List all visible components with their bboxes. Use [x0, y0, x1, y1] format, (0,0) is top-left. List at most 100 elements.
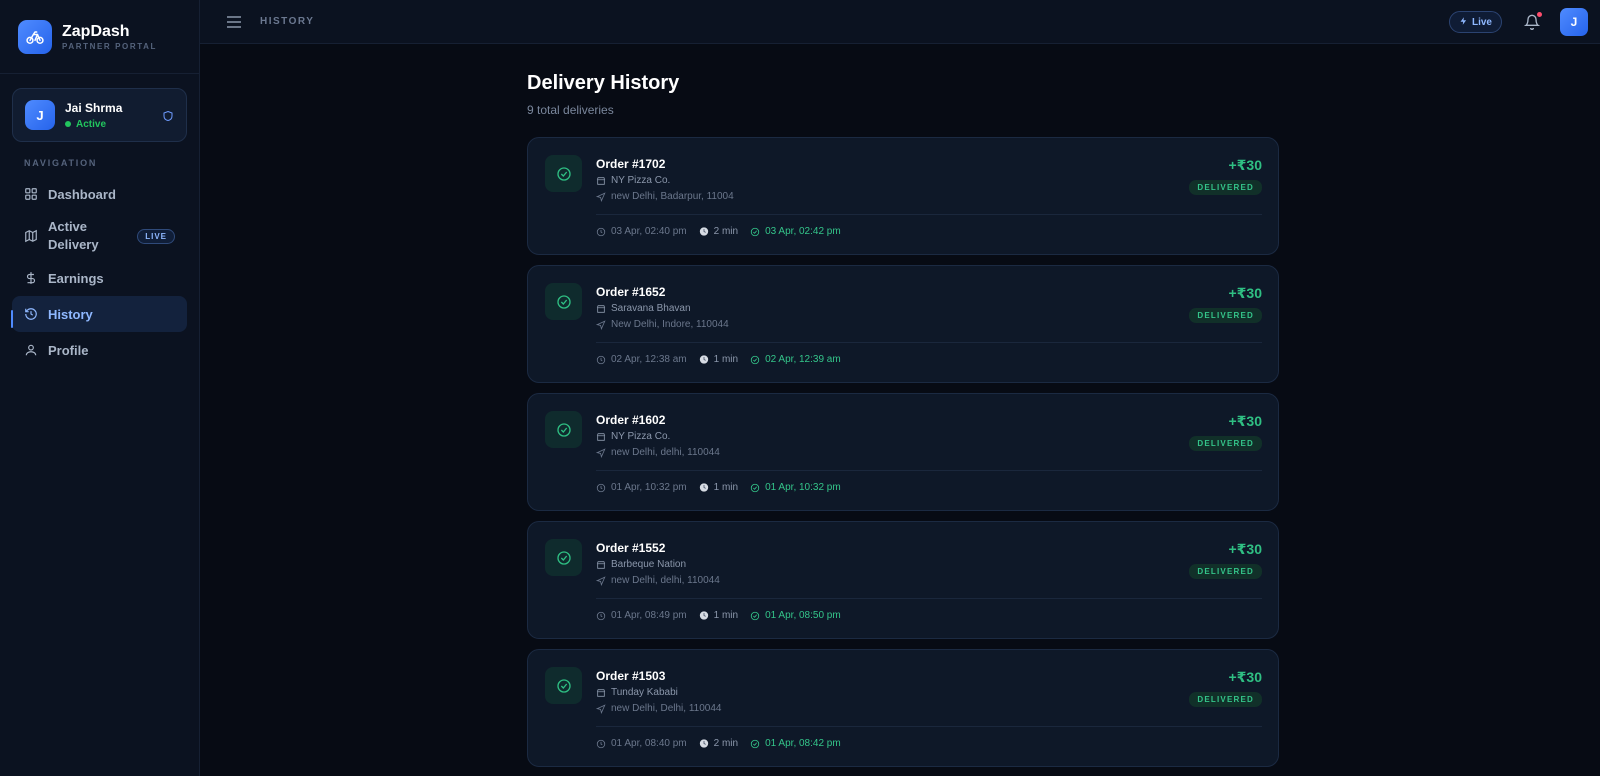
navigation-icon — [596, 191, 606, 202]
timer-icon — [699, 739, 709, 749]
restaurant: Barbeque Nation — [596, 559, 686, 570]
clock-icon — [596, 611, 606, 621]
duration: 2 min — [713, 738, 739, 749]
history-icon — [24, 307, 38, 321]
status-label: Active — [76, 118, 107, 130]
bell-icon[interactable] — [1523, 12, 1542, 30]
restaurant-name: NY Pizza Co. — [611, 175, 671, 186]
sidebar-item-dashboard[interactable]: Dashboard — [12, 176, 187, 212]
live-status-pill[interactable]: Live — [1448, 11, 1502, 33]
user-name: Jai Shrma — [65, 100, 123, 115]
timer-icon — [699, 611, 709, 621]
menu-icon[interactable] — [226, 15, 242, 29]
order-id: Order #1552 — [596, 541, 666, 555]
order-meta: 01 Apr, 08:40 pm 2 min 01 Apr, 08:42 pm — [596, 738, 853, 749]
order-card[interactable]: Order #1652 Saravana Bhavan New Delhi, I… — [527, 265, 1279, 383]
sidebar-item-label: Earnings — [48, 270, 104, 286]
main-content: Delivery History 9 total deliveries Orde… — [527, 72, 1279, 776]
store-icon — [596, 432, 606, 442]
timer-icon — [699, 483, 709, 493]
delivered-time: 02 Apr, 12:39 am — [765, 354, 841, 365]
grid-icon — [24, 187, 38, 201]
restaurant: NY Pizza Co. — [596, 175, 670, 186]
restaurant: Saravana Bhavan — [596, 303, 691, 314]
address-text: new Delhi, delhi, 110044 — [611, 575, 720, 586]
order-meta: 02 Apr, 12:38 am 1 min 02 Apr, 12:39 am — [596, 354, 853, 365]
address: new Delhi, Badarpur, 11004 — [596, 191, 734, 202]
clock-icon — [596, 355, 606, 365]
user-card[interactable]: J Jai Shrma Active — [12, 88, 187, 142]
delivered-time: 01 Apr, 10:32 pm — [765, 482, 841, 493]
status-badge: DELIVERED — [1189, 692, 1262, 707]
check-circle-icon — [750, 739, 760, 749]
earning-amount: +₹30 — [1228, 541, 1263, 557]
divider — [596, 598, 1262, 599]
store-icon — [596, 688, 606, 698]
sidebar-item-active-delivery[interactable]: Active Delivery LIVE — [12, 214, 187, 258]
restaurant-name: Barbeque Nation — [611, 559, 687, 570]
divider — [596, 342, 1262, 343]
top-avatar[interactable]: J — [1560, 8, 1588, 36]
check-circle-icon — [750, 355, 760, 365]
page-title: Delivery History — [527, 72, 680, 94]
restaurant: NY Pizza Co. — [596, 431, 670, 442]
duration: 1 min — [713, 354, 739, 365]
address: new Delhi, delhi, 110044 — [596, 447, 720, 458]
order-meta: 03 Apr, 02:40 pm 2 min 03 Apr, 02:42 pm — [596, 226, 853, 237]
shield-icon — [162, 109, 174, 127]
address: new Delhi, Delhi, 110044 — [596, 703, 721, 714]
order-card[interactable]: Order #1552 Barbeque Nation new Delhi, d… — [527, 521, 1279, 639]
picked-time: 01 Apr, 10:32 pm — [611, 482, 687, 493]
user-icon — [24, 343, 38, 357]
sidebar-item-label: Dashboard — [48, 186, 116, 202]
sidebar-item-profile[interactable]: Profile — [12, 332, 187, 368]
live-label: Live — [1471, 16, 1492, 28]
map-icon — [24, 229, 38, 243]
delivered-time: 01 Apr, 08:50 pm — [765, 610, 841, 621]
address-text: new Delhi, Delhi, 110044 — [611, 703, 722, 714]
order-list: Order #1702 NY Pizza Co. new Delhi, Bada… — [527, 137, 1279, 767]
navigation-icon — [596, 703, 606, 714]
divider — [596, 214, 1262, 215]
check-circle-icon — [545, 667, 582, 704]
sidebar: ZapDash PARTNER PORTAL J Jai Shrma Activ… — [0, 0, 200, 776]
order-card[interactable]: Order #1702 NY Pizza Co. new Delhi, Bada… — [527, 137, 1279, 255]
status-badge: Active — [65, 119, 122, 130]
earning-amount: +₹30 — [1228, 285, 1263, 301]
sidebar-item-label: History — [48, 306, 93, 322]
order-card[interactable]: Order #1503 Tunday Kababi new Delhi, Del… — [527, 649, 1279, 767]
divider — [596, 726, 1262, 727]
divider — [596, 470, 1262, 471]
brand-name: ZapDash — [62, 22, 130, 40]
brand[interactable]: ZapDash PARTNER PORTAL — [0, 0, 199, 74]
sidebar-item-earnings[interactable]: Earnings — [12, 260, 187, 296]
order-id: Order #1602 — [596, 413, 666, 427]
delivered-time: 03 Apr, 02:42 pm — [765, 226, 841, 237]
status-badge: DELIVERED — [1189, 180, 1262, 195]
sidebar-item-history[interactable]: History — [11, 296, 187, 332]
check-circle-icon — [545, 283, 582, 320]
check-circle-icon — [750, 227, 760, 237]
earning-amount: +₹30 — [1228, 157, 1263, 173]
duration: 2 min — [713, 226, 739, 237]
breadcrumb: HISTORY — [260, 16, 315, 27]
nav-title: NAVIGATION — [24, 158, 98, 168]
navigation-icon — [596, 319, 606, 330]
order-card[interactable]: Order #1602 NY Pizza Co. new Delhi, delh… — [527, 393, 1279, 511]
order-id: Order #1702 — [596, 157, 666, 171]
earning-amount: +₹30 — [1228, 669, 1263, 685]
store-icon — [596, 304, 606, 314]
delivered-time: 01 Apr, 08:42 pm — [765, 738, 841, 749]
clock-icon — [596, 483, 606, 493]
sidebar-item-label: Active Delivery — [48, 219, 99, 252]
dollar-icon — [24, 271, 38, 285]
status-badge: DELIVERED — [1189, 564, 1262, 579]
duration: 1 min — [713, 482, 739, 493]
sidebar-item-label: Profile — [48, 342, 89, 358]
restaurant: Tunday Kababi — [596, 687, 678, 698]
navigation-icon — [596, 447, 606, 458]
timer-icon — [699, 227, 709, 237]
earning-amount: +₹30 — [1228, 413, 1263, 429]
order-meta: 01 Apr, 08:49 pm 1 min 01 Apr, 08:50 pm — [596, 610, 853, 621]
notification-dot — [1537, 12, 1542, 17]
